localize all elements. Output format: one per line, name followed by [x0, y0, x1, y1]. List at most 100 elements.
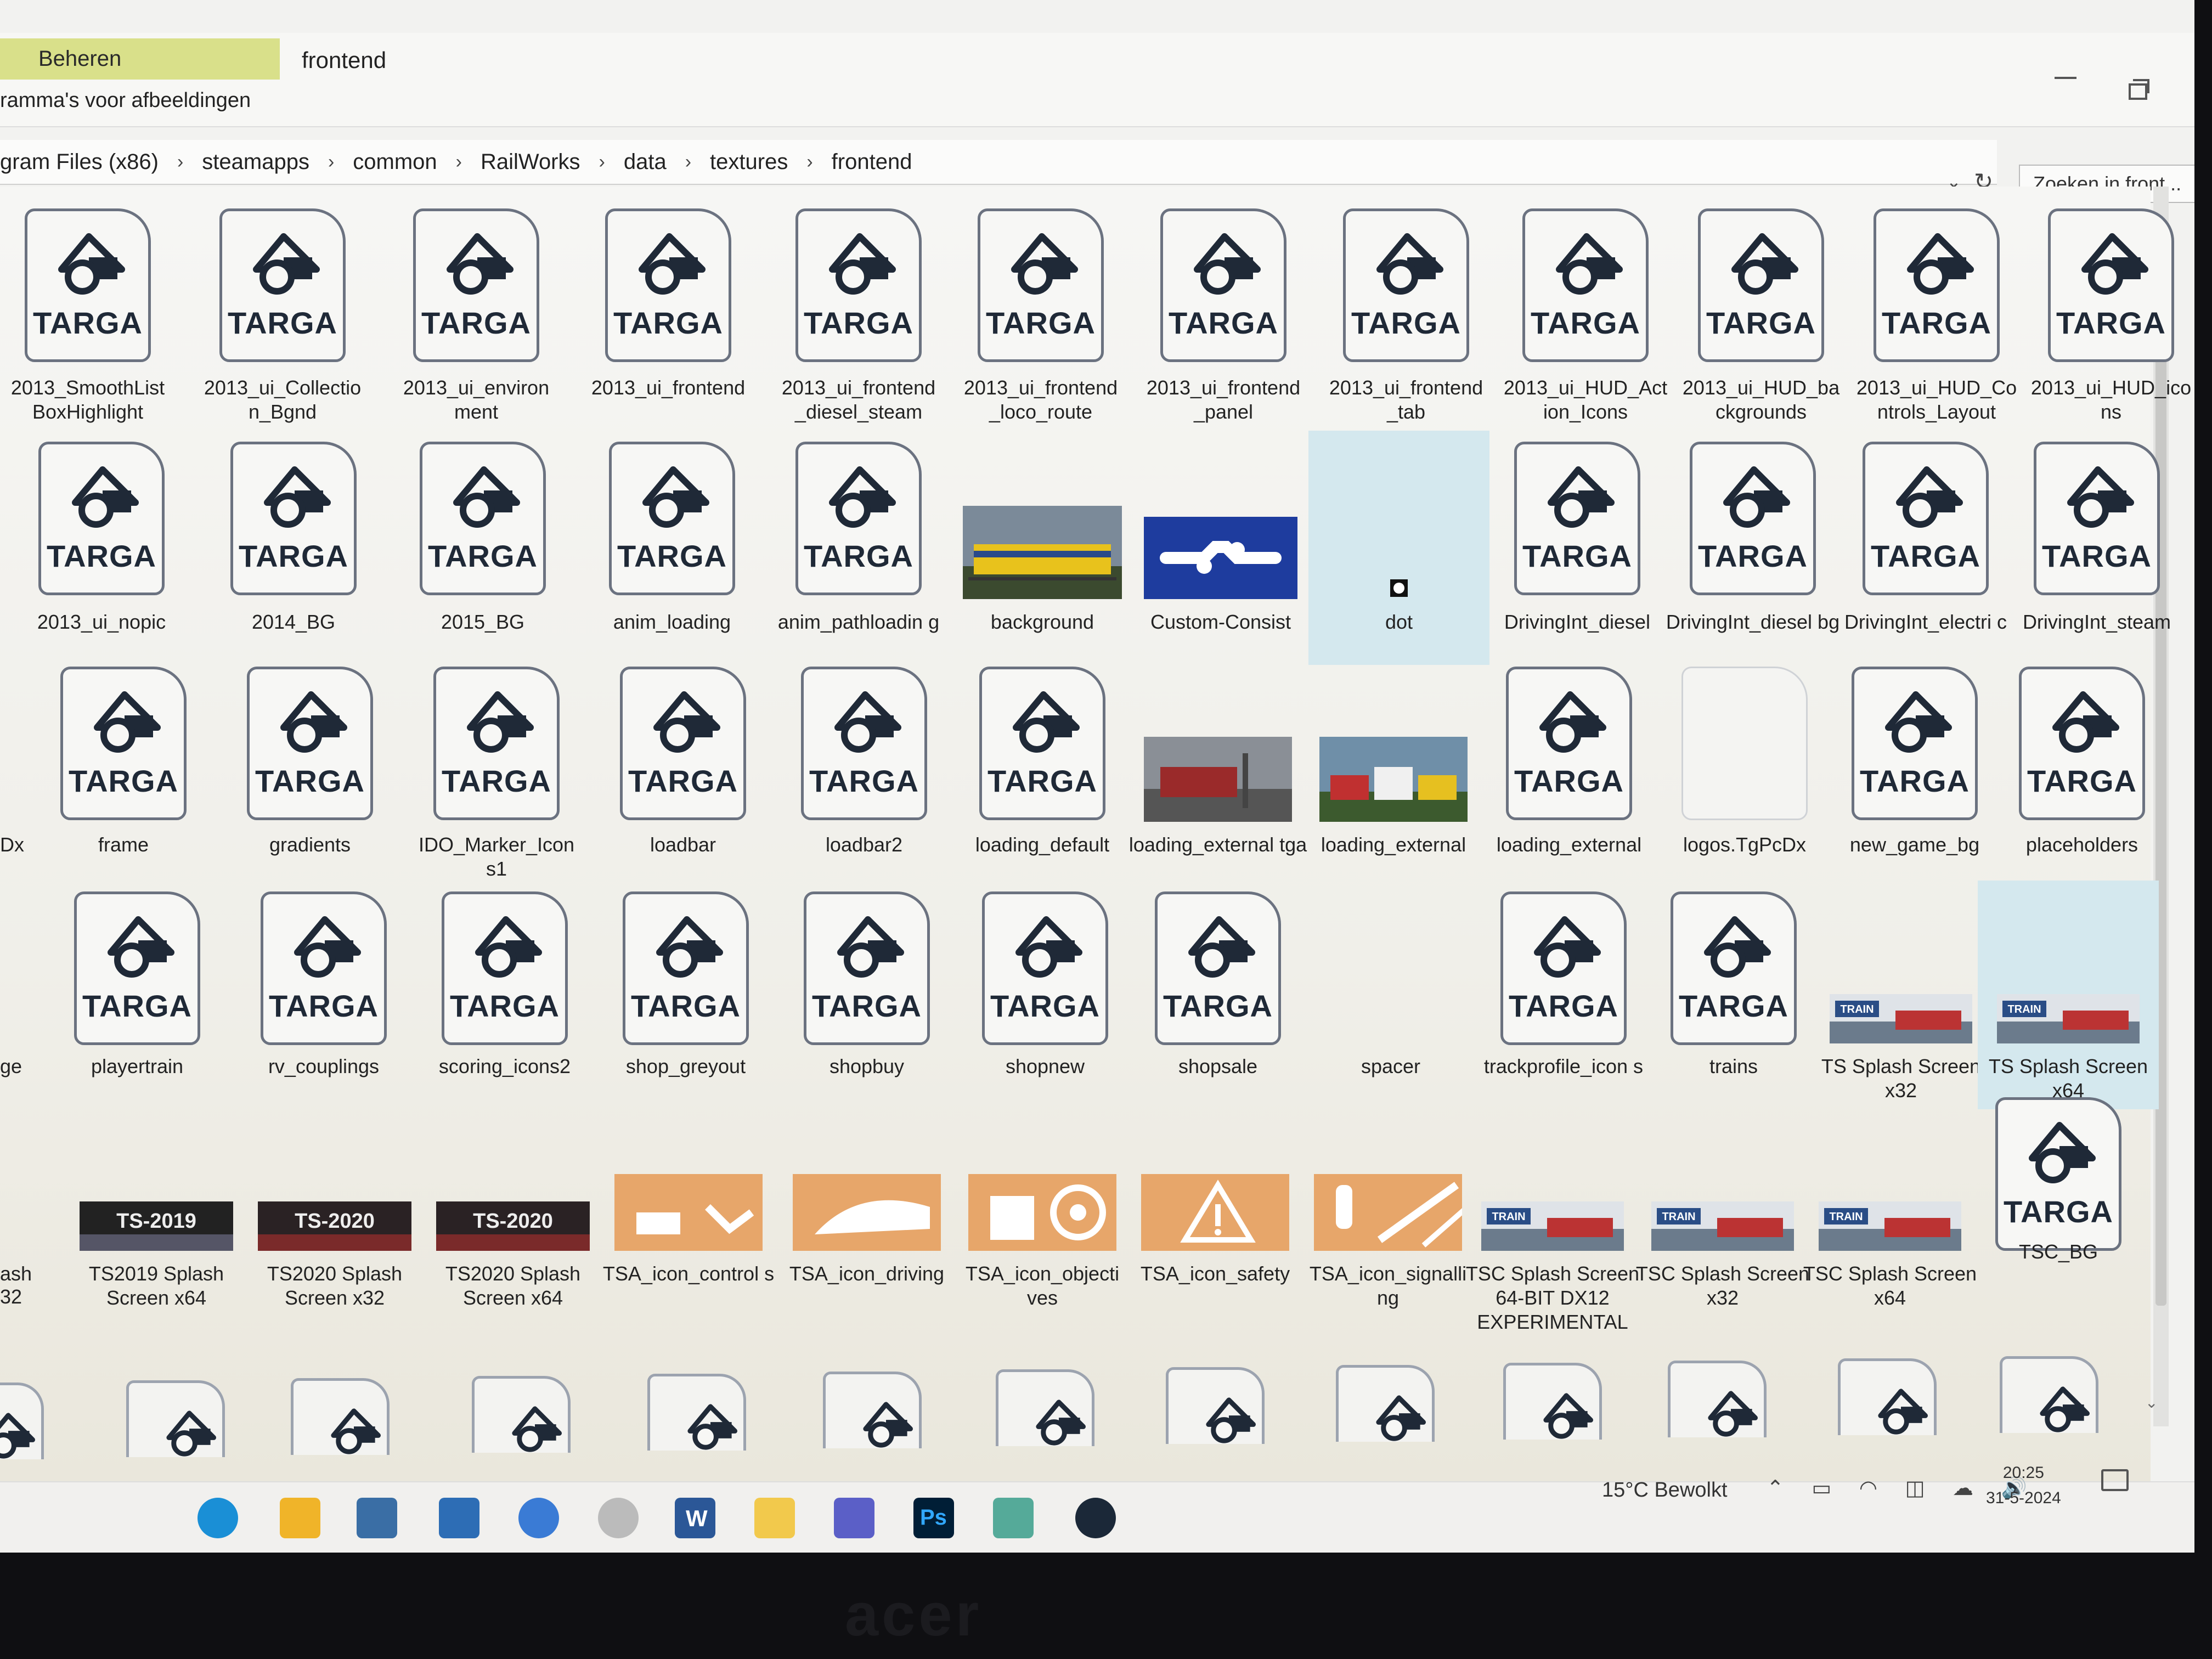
- file-item[interactable]: TARGA loading_external: [1479, 656, 1660, 888]
- file-item[interactable]: [1657, 1350, 1778, 1437]
- breadcrumb-item[interactable]: common: [353, 150, 437, 174]
- file-item[interactable]: TARGA shopbuy: [776, 881, 957, 1109]
- file-item[interactable]: logos.TgPcDx: [1654, 656, 1835, 888]
- breadcrumb-chevron-icon[interactable]: ›: [599, 151, 605, 173]
- file-item[interactable]: TARGA 2013_ui_Collectio n_Bgnd: [192, 198, 373, 431]
- file-item[interactable]: TARGA 2013_ui_frontend _loco_route: [950, 198, 1131, 431]
- address-bar[interactable]: gram Files (x86) › steamapps › common › RailWo…: [0, 140, 1997, 185]
- file-item[interactable]: [1492, 1352, 1613, 1440]
- file-item[interactable]: TRAIN TS Splash Screen x64: [1978, 881, 2159, 1109]
- file-item[interactable]: [115, 1369, 236, 1457]
- notes-icon[interactable]: [754, 1498, 795, 1538]
- file-item[interactable]: loading_external: [1303, 656, 1484, 888]
- browser-icon[interactable]: [518, 1498, 559, 1538]
- file-item[interactable]: TSA_icon_signalli ng: [1297, 1160, 1479, 1317]
- file-item[interactable]: TARGA scoring_icons2: [414, 881, 595, 1109]
- file-item[interactable]: TARGA trackprofile_icon s: [1473, 881, 1654, 1109]
- file-item[interactable]: TARGA 2015_BG: [392, 431, 573, 665]
- file-item[interactable]: TRAIN TSC Splash Screen 64-BIT DX12 EXPER…: [1462, 1182, 1643, 1333]
- file-item[interactable]: TARGA anim_loading: [582, 431, 763, 665]
- file-item[interactable]: TARGA 2013_ui_HUD_Act ion_Icons: [1495, 198, 1676, 431]
- steam-icon[interactable]: [1075, 1498, 1116, 1538]
- file-item[interactable]: TSA_icon_driving: [776, 1163, 957, 1317]
- tab-manage[interactable]: Beheren: [0, 38, 280, 80]
- file-item[interactable]: TARGA DrivingInt_diesel bg: [1662, 431, 1843, 665]
- file-item[interactable]: TARGA DrivingInt_electri c: [1835, 431, 2016, 665]
- search-icon[interactable]: ⚲: [2193, 171, 2194, 194]
- file-item[interactable]: [1155, 1356, 1276, 1444]
- file-item[interactable]: TARGA 2013_SmoothList BoxHighlight: [0, 198, 178, 431]
- file-item[interactable]: TS-2020 TS2020 Splash Screen x32: [244, 1190, 425, 1317]
- store-icon[interactable]: [357, 1498, 397, 1538]
- file-item[interactable]: dot: [1308, 431, 1489, 665]
- file-item[interactable]: TARGA 2013_ui_HUD_ico ns: [2021, 198, 2194, 431]
- file-item[interactable]: TARGA 2013_ui_HUD_ba ckgrounds: [1671, 198, 1852, 431]
- file-item[interactable]: [1325, 1354, 1446, 1442]
- file-item[interactable]: TARGA DrivingInt_diesel: [1487, 431, 1668, 665]
- file-item[interactable]: loading_external tga: [1127, 656, 1308, 888]
- file-item[interactable]: spacer: [1300, 881, 1481, 1109]
- breadcrumb-chevron-icon[interactable]: ›: [177, 151, 183, 173]
- notification-icon[interactable]: [2101, 1469, 2129, 1491]
- file-explorer-icon[interactable]: [280, 1498, 320, 1538]
- file-item[interactable]: TRAIN TSC Splash Screen x64: [1799, 1177, 1980, 1317]
- file-item[interactable]: TARGA shopsale: [1127, 881, 1308, 1109]
- file-item[interactable]: TARGA loadbar: [592, 656, 774, 888]
- file-item[interactable]: TARGA IDO_Marker_Icon s1: [406, 656, 587, 888]
- file-item[interactable]: TARGA 2013_ui_frontend _tab: [1316, 198, 1497, 431]
- photoshop-icon[interactable]: Ps: [913, 1498, 954, 1538]
- file-item[interactable]: TARGA 2013_ui_nopic: [11, 431, 192, 665]
- file-item[interactable]: [1989, 1345, 2109, 1433]
- file-item[interactable]: [0, 1372, 55, 1459]
- file-item[interactable]: TARGA loading_default: [952, 656, 1133, 888]
- file-item[interactable]: TARGA 2013_ui_HUD_Co ntrols_Layout: [1846, 198, 2027, 431]
- file-item[interactable]: TARGA playertrain: [47, 881, 228, 1109]
- breadcrumb-chevron-icon[interactable]: ›: [806, 151, 812, 173]
- word-icon[interactable]: W: [675, 1498, 715, 1538]
- file-item[interactable]: background: [952, 431, 1133, 665]
- file-item[interactable]: TARGA 2013_ui_frontend _diesel_steam: [768, 198, 949, 431]
- file-item[interactable]: TARGA 2013_ui_frontend: [578, 198, 759, 431]
- clock[interactable]: 20:25 31-5-2024: [1986, 1460, 2061, 1511]
- file-item[interactable]: [461, 1365, 582, 1453]
- file-item[interactable]: TARGA rv_couplings: [233, 881, 414, 1109]
- file-item[interactable]: [636, 1363, 757, 1451]
- mail-icon[interactable]: [439, 1498, 479, 1538]
- file-item[interactable]: TS-2020 TS2020 Splash Screen x64: [422, 1188, 603, 1317]
- file-item[interactable]: TARGA placeholders: [1991, 656, 2172, 888]
- file-item[interactable]: [1827, 1347, 1948, 1435]
- file-item[interactable]: TARGA trains: [1643, 881, 1824, 1109]
- scroll-down-arrow[interactable]: ⌄: [2145, 1393, 2158, 1412]
- file-item[interactable]: TARGA loadbar2: [774, 656, 955, 888]
- file-item[interactable]: Custom-Consist: [1130, 431, 1311, 665]
- edge-icon[interactable]: [198, 1498, 238, 1538]
- file-item[interactable]: TARGA shop_greyout: [595, 881, 776, 1109]
- breadcrumb-item[interactable]: steamapps: [202, 150, 309, 174]
- ribbon-context-label[interactable]: ramma's voor afbeeldingen: [0, 89, 251, 112]
- breadcrumb-item[interactable]: frontend: [832, 150, 912, 174]
- file-item[interactable]: TARGA 2014_BG: [203, 431, 384, 665]
- file-item[interactable]: TARGA anim_pathloadin g: [768, 431, 949, 665]
- file-item[interactable]: TARGA frame: [33, 656, 214, 888]
- file-item[interactable]: TARGA new_game_bg: [1824, 656, 2005, 888]
- itunes-icon[interactable]: [598, 1498, 639, 1538]
- file-item[interactable]: TSA_icon_safety: [1125, 1160, 1306, 1317]
- breadcrumb-chevron-icon[interactable]: ›: [328, 151, 334, 173]
- file-item[interactable]: TARGA TSC_BG: [1968, 1086, 2149, 1295]
- file-item[interactable]: [280, 1367, 400, 1455]
- file-item[interactable]: TARGA DrivingInt_steam: [2006, 431, 2187, 665]
- file-item[interactable]: TARGA shopnew: [955, 881, 1136, 1109]
- file-item[interactable]: TRAIN TS Splash Screen x32: [1810, 881, 1991, 1109]
- file-item[interactable]: TRAIN TSC Splash Screen x32: [1632, 1177, 1813, 1317]
- breadcrumb-item[interactable]: textures: [710, 150, 788, 174]
- weather-status[interactable]: 15°C Bewolkt: [1602, 1479, 1728, 1502]
- restore-button[interactable]: [2129, 79, 2149, 100]
- file-item[interactable]: TARGA 2013_ui_frontend _panel: [1133, 198, 1314, 431]
- breadcrumb-item[interactable]: RailWorks: [481, 150, 580, 174]
- app-icon[interactable]: [993, 1498, 1034, 1538]
- file-item[interactable]: TSA_icon_control s: [598, 1163, 779, 1317]
- file-item[interactable]: [812, 1361, 933, 1448]
- file-item[interactable]: TSA_icon_objecti ves: [952, 1160, 1133, 1317]
- breadcrumb-chevron-icon[interactable]: ›: [456, 151, 462, 173]
- breadcrumb-item[interactable]: data: [624, 150, 667, 174]
